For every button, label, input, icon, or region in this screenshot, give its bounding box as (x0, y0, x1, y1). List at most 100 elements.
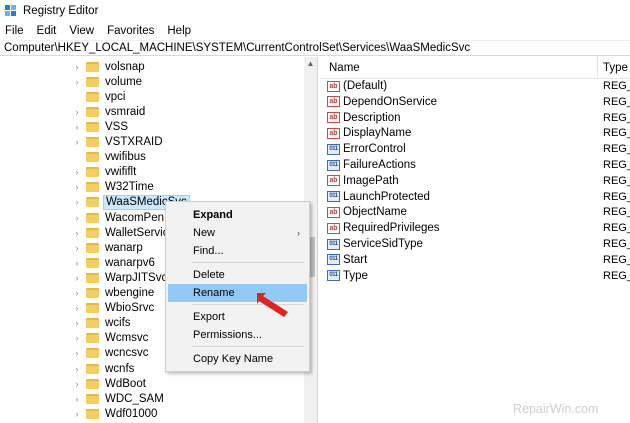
menu-favorites[interactable]: Favorites (101, 25, 161, 37)
value-row[interactable]: 011ServiceSidType REG_D (327, 236, 630, 252)
value-row[interactable]: abDependOnService REG_M (327, 94, 630, 110)
tree-item[interactable]: › WacomPen (72, 210, 166, 225)
value-row[interactable]: 011Start REG_D (327, 252, 630, 268)
folder-icon (86, 76, 99, 87)
context-menu-item-copy-key-name[interactable]: Copy Key Name (166, 350, 309, 368)
value-row[interactable]: abDisplayName REG_S (327, 125, 630, 141)
tree-item[interactable]: › VSS (72, 119, 130, 134)
tree-item[interactable]: › WDC_SAM (72, 391, 166, 406)
menu-edit[interactable]: Edit (31, 25, 64, 37)
chevron-right-icon[interactable]: › (72, 122, 82, 132)
context-menu-item-find[interactable]: Find... (166, 242, 309, 260)
value-name: ImagePath (343, 174, 399, 187)
value-name: RequiredPrivileges (343, 222, 440, 235)
tree-item[interactable]: › WdBoot (72, 376, 148, 391)
chevron-right-icon[interactable]: › (72, 213, 82, 223)
chevron-right-icon[interactable]: › (72, 258, 82, 268)
tree-item[interactable]: › WarpJITSvc (72, 270, 169, 285)
tree-item[interactable]: › Wcmsvc (72, 331, 150, 346)
value-row[interactable]: 011ErrorControl REG_D (327, 141, 630, 157)
chevron-right-icon[interactable]: › (72, 348, 82, 358)
chevron-right-icon[interactable]: › (72, 167, 82, 177)
chevron-right-icon[interactable]: › (72, 318, 82, 328)
tree-item[interactable]: › wanarp (72, 240, 145, 255)
chevron-right-icon[interactable]: › (72, 197, 82, 207)
chevron-right-icon[interactable]: › (72, 394, 82, 404)
value-type: REG_D (603, 143, 630, 156)
chevron-right-icon[interactable]: › (72, 182, 82, 192)
folder-icon (86, 61, 99, 72)
address-bar[interactable]: Computer\HKEY_LOCAL_MACHINE\SYSTEM\Curre… (0, 40, 630, 56)
chevron-right-icon[interactable]: › (72, 228, 82, 238)
value-row[interactable]: 011LaunchProtected REG_D (327, 189, 630, 205)
folder-icon (86, 106, 99, 117)
menu-view[interactable]: View (63, 25, 101, 37)
tree-item[interactable]: › wcifs (72, 316, 133, 331)
value-row[interactable]: abDescription REG_S (327, 110, 630, 126)
menu-file[interactable]: File (0, 25, 31, 37)
tree-item-label: WDC_SAM (105, 392, 164, 405)
column-header-type[interactable]: Type (603, 62, 628, 74)
chevron-right-icon[interactable]: › (72, 107, 82, 117)
chevron-right-icon[interactable]: › (72, 243, 82, 253)
chevron-right-icon[interactable]: › (72, 333, 82, 343)
chevron-right-icon[interactable]: › (72, 303, 82, 313)
chevron-right-icon[interactable]: › (72, 273, 82, 283)
tree-item[interactable]: › WalletService (72, 225, 177, 240)
value-name: DependOnService (343, 95, 437, 108)
tree-item[interactable]: › vwififlt (72, 165, 138, 180)
string-value-icon: ab (327, 80, 340, 92)
chevron-right-icon[interactable]: › (72, 62, 82, 72)
tree-item[interactable]: › WbioSrvc (72, 301, 156, 316)
column-divider[interactable] (597, 57, 598, 79)
chevron-right-icon[interactable]: › (72, 409, 82, 419)
context-menu-item-delete[interactable]: Delete (166, 266, 309, 284)
tree-item[interactable]: › wcnfs (72, 361, 136, 376)
chevron-right-icon[interactable]: › (72, 77, 82, 87)
value-type: REG_E (603, 174, 630, 187)
tree-item[interactable]: › VSTXRAID (72, 135, 165, 150)
folder-icon (86, 197, 99, 208)
value-row[interactable]: ab(Default) REG_S (327, 78, 630, 94)
tree-item[interactable]: › volume (72, 74, 144, 89)
value-type: REG_M (603, 222, 630, 235)
value-type: REG_B (603, 159, 630, 171)
value-row[interactable]: abRequiredPrivileges REG_M (327, 220, 630, 236)
tree-item[interactable]: › W32Time (72, 180, 156, 195)
context-menu-item-expand[interactable]: Expand (166, 206, 309, 224)
menu-help[interactable]: Help (161, 25, 198, 37)
tree-item[interactable]: › wbengine (72, 286, 156, 301)
value-row[interactable]: 011FailureActions REG_B (327, 157, 630, 173)
value-row[interactable]: abObjectName REG_S (327, 204, 630, 220)
tree-item-label: wcncsvc (105, 347, 149, 360)
folder-icon (86, 378, 99, 389)
context-menu-label: Export (193, 311, 225, 323)
tree-item[interactable]: › vsmraid (72, 104, 147, 119)
chevron-right-icon[interactable]: › (72, 364, 82, 374)
tree-item[interactable]: › wanarpv6 (72, 255, 157, 270)
tree-item[interactable]: › volsnap (72, 59, 147, 74)
tree-item[interactable]: › Wdf01000 (72, 406, 159, 421)
tree-item[interactable]: vwifibus (72, 150, 148, 165)
value-type: REG_S (603, 127, 630, 140)
column-header-name[interactable]: Name (329, 62, 360, 74)
chevron-right-icon[interactable]: › (72, 379, 82, 389)
value-name: Description (343, 111, 401, 124)
value-name: ObjectName (343, 206, 407, 219)
tree-item[interactable]: vpci (72, 89, 127, 104)
folder-icon (86, 318, 99, 329)
binary-value-icon: 011 (327, 191, 340, 203)
scroll-up-arrow-icon[interactable]: ▲ (304, 57, 317, 70)
tree-item[interactable]: › wcncsvc (72, 346, 150, 361)
value-row[interactable]: 011Type REG_D (327, 268, 630, 284)
context-menu-item-new[interactable]: New › (166, 224, 309, 242)
chevron-right-icon[interactable]: › (72, 137, 82, 147)
chevron-right-icon[interactable]: › (72, 288, 82, 298)
folder-icon (86, 152, 99, 163)
value-row[interactable]: abImagePath REG_E (327, 173, 630, 189)
tree-item-label: wbengine (105, 287, 155, 299)
context-menu-item-permissions[interactable]: Permissions... (166, 326, 309, 344)
value-name: Type (343, 269, 368, 282)
context-menu-label: Expand (193, 209, 233, 221)
